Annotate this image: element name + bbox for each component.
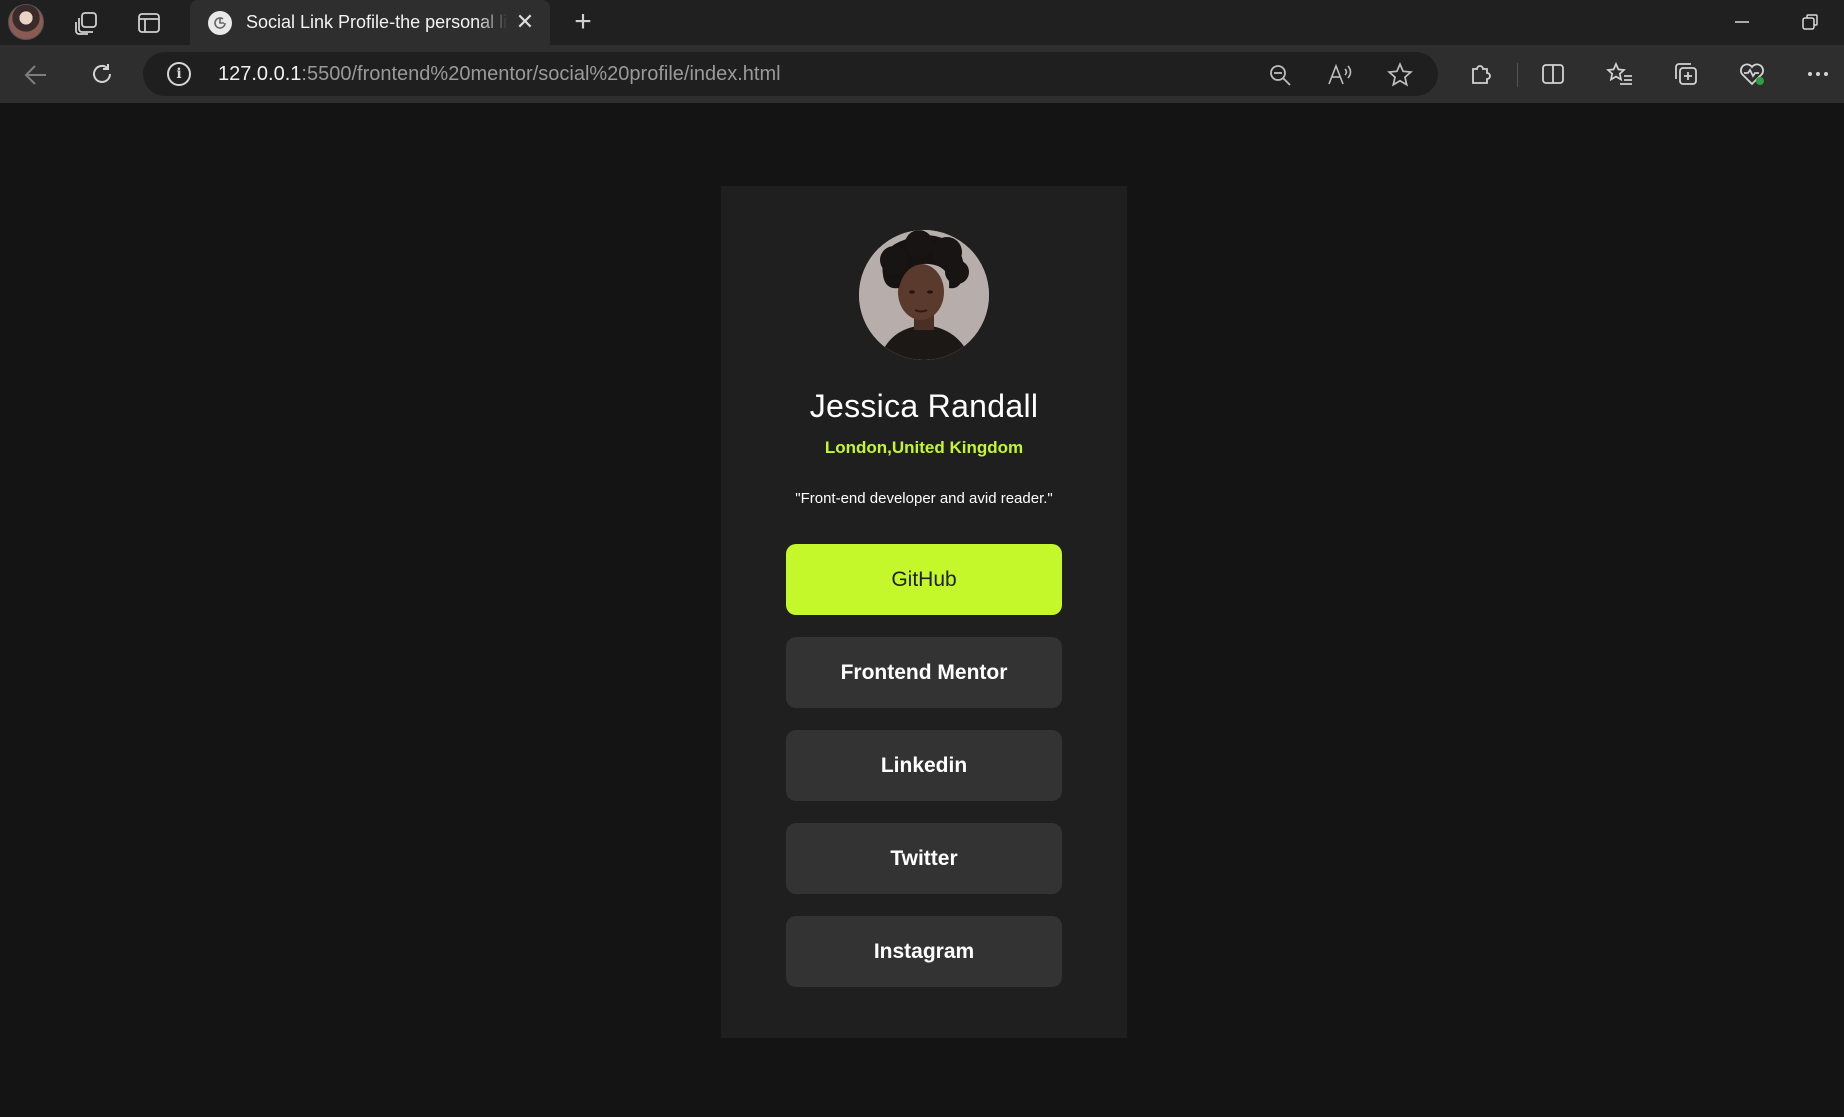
url-host: 127.0.0.1 xyxy=(218,63,302,85)
address-bar[interactable]: i 127.0.0.1:5500/frontend%20mentor/socia… xyxy=(143,52,1438,96)
favorite-star-icon[interactable] xyxy=(1386,61,1414,89)
github-link-button[interactable]: GitHub xyxy=(786,544,1062,615)
profile-card: Jessica Randall London,United Kingdom "F… xyxy=(721,186,1127,1038)
tab-close-icon[interactable]: ✕ xyxy=(514,11,536,33)
more-options-icon[interactable] xyxy=(1800,56,1836,92)
zoom-out-icon[interactable] xyxy=(1266,61,1294,89)
refresh-icon[interactable] xyxy=(84,57,120,93)
browser-profile-avatar[interactable] xyxy=(8,4,44,40)
collections-icon[interactable] xyxy=(1668,56,1704,92)
profile-avatar xyxy=(859,230,989,360)
linkedin-link-button[interactable]: Linkedin xyxy=(786,730,1062,801)
minimize-icon[interactable] xyxy=(1722,6,1762,38)
tab-favicon-icon xyxy=(208,10,232,35)
tab-active[interactable]: Social Link Profile-the personal link pa… xyxy=(190,0,550,45)
url-text[interactable]: 127.0.0.1:5500/frontend%20mentor/social%… xyxy=(218,63,781,86)
browser-tab-bar: Social Link Profile-the personal link pa… xyxy=(0,0,1844,45)
site-info-icon[interactable]: i xyxy=(167,62,191,86)
tab-title: Social Link Profile-the personal link pa… xyxy=(246,12,508,32)
favorites-icon[interactable] xyxy=(1602,56,1638,92)
toolbar-separator xyxy=(1517,63,1518,87)
split-screen-icon[interactable] xyxy=(1535,56,1571,92)
profile-location: London,United Kingdom xyxy=(824,438,1024,457)
read-aloud-icon[interactable] xyxy=(1326,61,1354,89)
profile-name: Jessica Randall xyxy=(809,388,1039,424)
frontend-mentor-link-button[interactable]: Frontend Mentor xyxy=(786,637,1062,708)
page-viewport: Jessica Randall London,United Kingdom "F… xyxy=(0,103,1844,1117)
vertical-tabs-icon[interactable] xyxy=(132,6,166,40)
browser-toolbar: i 127.0.0.1:5500/frontend%20mentor/socia… xyxy=(0,45,1844,103)
restore-icon[interactable] xyxy=(1790,6,1830,38)
profile-bio: "Front-end developer and avid reader." xyxy=(795,490,1053,507)
extensions-icon[interactable] xyxy=(1463,56,1499,92)
twitter-link-button[interactable]: Twitter xyxy=(786,823,1062,894)
back-icon[interactable] xyxy=(18,57,54,93)
url-path: :5500/frontend%20mentor/social%20profile… xyxy=(301,63,781,85)
browser-essentials-icon[interactable] xyxy=(1734,56,1770,92)
workspaces-icon[interactable] xyxy=(70,6,104,40)
instagram-link-button[interactable]: Instagram xyxy=(786,916,1062,987)
new-tab-icon[interactable]: + xyxy=(566,6,600,40)
